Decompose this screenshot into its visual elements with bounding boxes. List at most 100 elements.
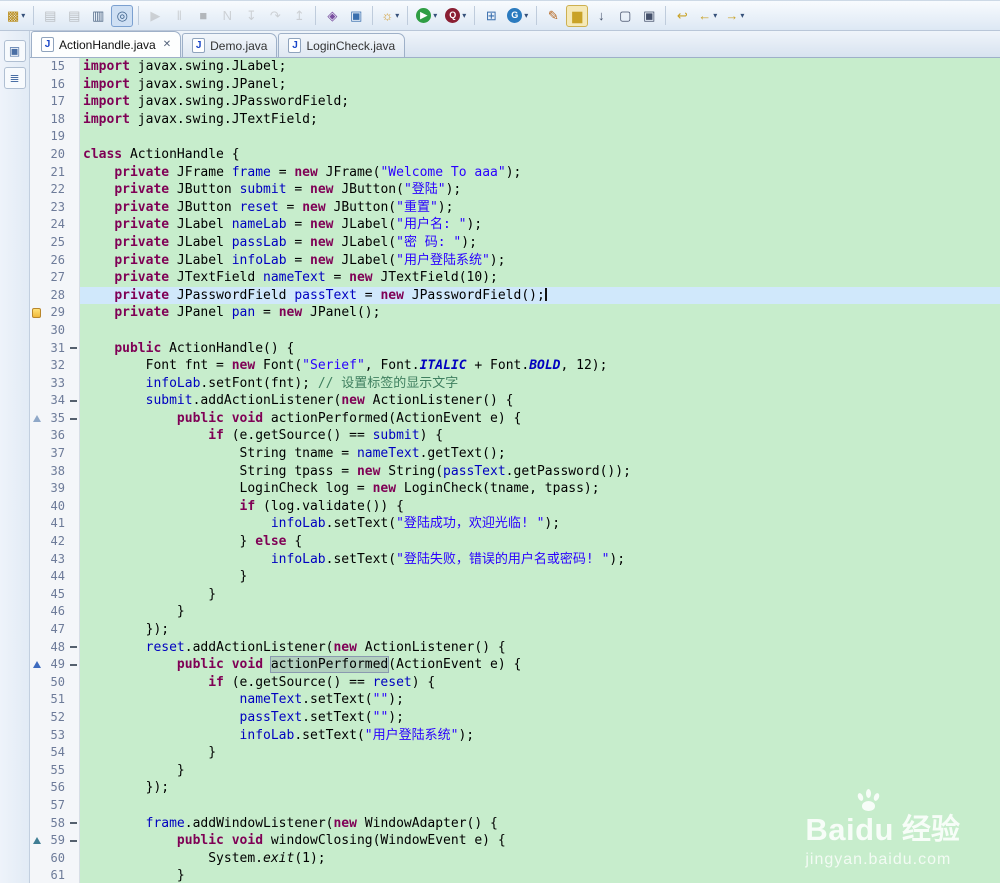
annotation-ruler-cell[interactable] [30, 181, 43, 199]
code-text[interactable]: private JFrame frame = new JFrame("Welco… [80, 164, 1000, 182]
code-line-22[interactable]: 22 private JButton submit = new JButton(… [30, 181, 1000, 199]
dropdown-arrow-icon[interactable]: ▾ [433, 11, 437, 20]
web-browser-button[interactable]: G ▾ [504, 5, 531, 27]
annotation-ruler-cell[interactable] [30, 726, 43, 745]
fold-ruler-cell[interactable] [68, 110, 80, 129]
annotation-ruler-cell[interactable] [30, 304, 43, 322]
code-line-58[interactable]: 58 frame.addWindowListener(new WindowAda… [30, 814, 1000, 833]
code-text[interactable]: public void actionPerformed(ActionEvent … [80, 656, 1000, 674]
code-line-55[interactable]: 55 } [30, 761, 1000, 780]
fold-ruler-cell[interactable] [68, 744, 80, 762]
code-text[interactable]: public void actionPerformed(ActionEvent … [80, 410, 1000, 428]
override-marker-icon[interactable] [32, 661, 41, 669]
code-line-48[interactable]: 48 reset.addActionListener(new ActionLis… [30, 638, 1000, 657]
code-text[interactable]: } [80, 603, 1000, 621]
code-line-47[interactable]: 47 }); [30, 621, 1000, 639]
editor-window-button[interactable]: ▢ [614, 5, 636, 27]
code-line-29[interactable]: 29 private JPanel pan = new JPanel(); [30, 304, 1000, 322]
annotation-ruler-cell[interactable] [30, 75, 43, 94]
code-line-50[interactable]: 50 if (e.getSource() == reset) { [30, 673, 1000, 692]
code-text[interactable]: private JLabel nameLab = new JLabel("用户名… [80, 216, 1000, 234]
annotation-ruler-cell[interactable] [30, 163, 43, 182]
fold-ruler-cell[interactable] [68, 163, 80, 182]
code-line-19[interactable]: 19 [30, 128, 1000, 146]
code-line-59[interactable]: 59 public void windowClosing(WindowEvent… [30, 832, 1000, 850]
code-text[interactable]: submit.addActionListener(new ActionListe… [80, 392, 1000, 410]
fold-ruler-cell[interactable] [68, 427, 80, 446]
code-line-46[interactable]: 46 } [30, 603, 1000, 621]
fold-ruler-cell[interactable] [68, 796, 80, 815]
code-text[interactable]: System.exit(1); [80, 850, 1000, 868]
fold-ruler-cell[interactable] [68, 638, 80, 657]
code-line-57[interactable]: 57 [30, 796, 1000, 815]
open-type-button[interactable]: ⊞ [480, 5, 502, 27]
step-into-button[interactable]: ↧ [240, 5, 262, 27]
code-line-31[interactable]: 31 public ActionHandle() { [30, 339, 1000, 358]
search-button[interactable]: ◎ [111, 4, 134, 27]
fold-ruler-cell[interactable] [68, 603, 80, 621]
save-button[interactable]: ▤ [39, 5, 61, 27]
code-text[interactable] [80, 322, 1000, 340]
code-line-30[interactable]: 30 [30, 321, 1000, 340]
fold-ruler-cell[interactable] [68, 761, 80, 780]
terminate-button[interactable]: ■ [192, 5, 214, 27]
annotation-ruler-cell[interactable] [30, 128, 43, 146]
last-edit-location-button[interactable]: ↩ [671, 5, 693, 27]
code-line-16[interactable]: 16 import javax.swing.JPanel; [30, 75, 1000, 94]
code-line-52[interactable]: 52 passText.setText(""); [30, 708, 1000, 727]
annotation-ruler-cell[interactable] [30, 233, 43, 252]
annotation-ruler-cell[interactable] [30, 568, 43, 586]
annotation-ruler-cell[interactable] [30, 269, 43, 287]
fold-ruler-cell[interactable] [68, 867, 80, 883]
restore-view-button[interactable]: ▣ [3, 40, 26, 62]
fold-ruler-cell[interactable] [68, 656, 80, 674]
annotation-ruler-cell[interactable] [30, 198, 43, 217]
annotation-ruler-cell[interactable] [30, 321, 43, 340]
close-tab-icon[interactable]: ✕ [163, 39, 171, 50]
code-text[interactable]: infoLab.setText("登陆失败，错误的用户名或密码! "); [80, 551, 1000, 569]
fold-collapse-icon[interactable] [70, 646, 77, 649]
annotation-ruler-cell[interactable] [30, 656, 43, 674]
fold-collapse-icon[interactable] [70, 822, 77, 825]
annotation-ruler-cell[interactable] [30, 357, 43, 375]
code-line-53[interactable]: 53 infoLab.setText("用户登陆系统"); [30, 726, 1000, 745]
fold-ruler-cell[interactable] [68, 251, 80, 270]
annotation-ruler-cell[interactable] [30, 585, 43, 604]
fold-ruler-cell[interactable] [68, 357, 80, 375]
dropdown-arrow-icon[interactable]: ▾ [395, 11, 399, 20]
code-line-44[interactable]: 44 } [30, 568, 1000, 586]
code-text[interactable]: Font fnt = new Font("Serief", Font.ITALI… [80, 357, 1000, 375]
code-text[interactable] [80, 128, 1000, 146]
disconnect-button[interactable]: N [216, 5, 238, 27]
code-line-56[interactable]: 56 }); [30, 779, 1000, 797]
annotation-ruler-cell[interactable] [30, 814, 43, 833]
code-text[interactable]: frame.addWindowListener(new WindowAdapte… [80, 815, 1000, 833]
external-tools-button[interactable]: ☼ ▾ [378, 5, 402, 27]
annotation-ruler-cell[interactable] [30, 550, 43, 569]
code-text[interactable]: import javax.swing.JPasswordField; [80, 93, 1000, 111]
annotation-ruler-cell[interactable] [30, 339, 43, 358]
annotation-ruler-cell[interactable] [30, 251, 43, 270]
code-text[interactable]: } [80, 867, 1000, 883]
code-line-54[interactable]: 54 } [30, 744, 1000, 762]
code-text[interactable]: String tpass = new String(passText.getPa… [80, 463, 1000, 481]
dropdown-arrow-icon[interactable]: ▾ [713, 11, 717, 20]
annotation-ruler-cell[interactable] [30, 58, 43, 76]
tab-actionhandle-java[interactable]: J ActionHandle.java ✕ [31, 31, 182, 57]
annotation-ruler-cell[interactable] [30, 497, 43, 516]
annotation-ruler-cell[interactable] [30, 673, 43, 692]
fold-ruler-cell[interactable] [68, 445, 80, 463]
annotation-ruler-cell[interactable] [30, 445, 43, 463]
outline-view-button[interactable]: ≣ [3, 67, 26, 89]
profile-button[interactable]: Q ▾ [442, 5, 469, 27]
code-text[interactable]: public ActionHandle() { [80, 340, 1000, 358]
fold-ruler-cell[interactable] [68, 462, 80, 481]
fold-ruler-cell[interactable] [68, 779, 80, 797]
code-text[interactable] [80, 797, 1000, 815]
code-line-28[interactable]: 28 private JPasswordField passText = new… [30, 286, 1000, 305]
code-line-34[interactable]: 34 submit.addActionListener(new ActionLi… [30, 392, 1000, 410]
annotation-ruler-cell[interactable] [30, 621, 43, 639]
code-text[interactable]: public void windowClosing(WindowEvent e)… [80, 832, 1000, 850]
code-text[interactable]: nameText.setText(""); [80, 691, 1000, 709]
override-marker-icon[interactable] [32, 837, 41, 845]
